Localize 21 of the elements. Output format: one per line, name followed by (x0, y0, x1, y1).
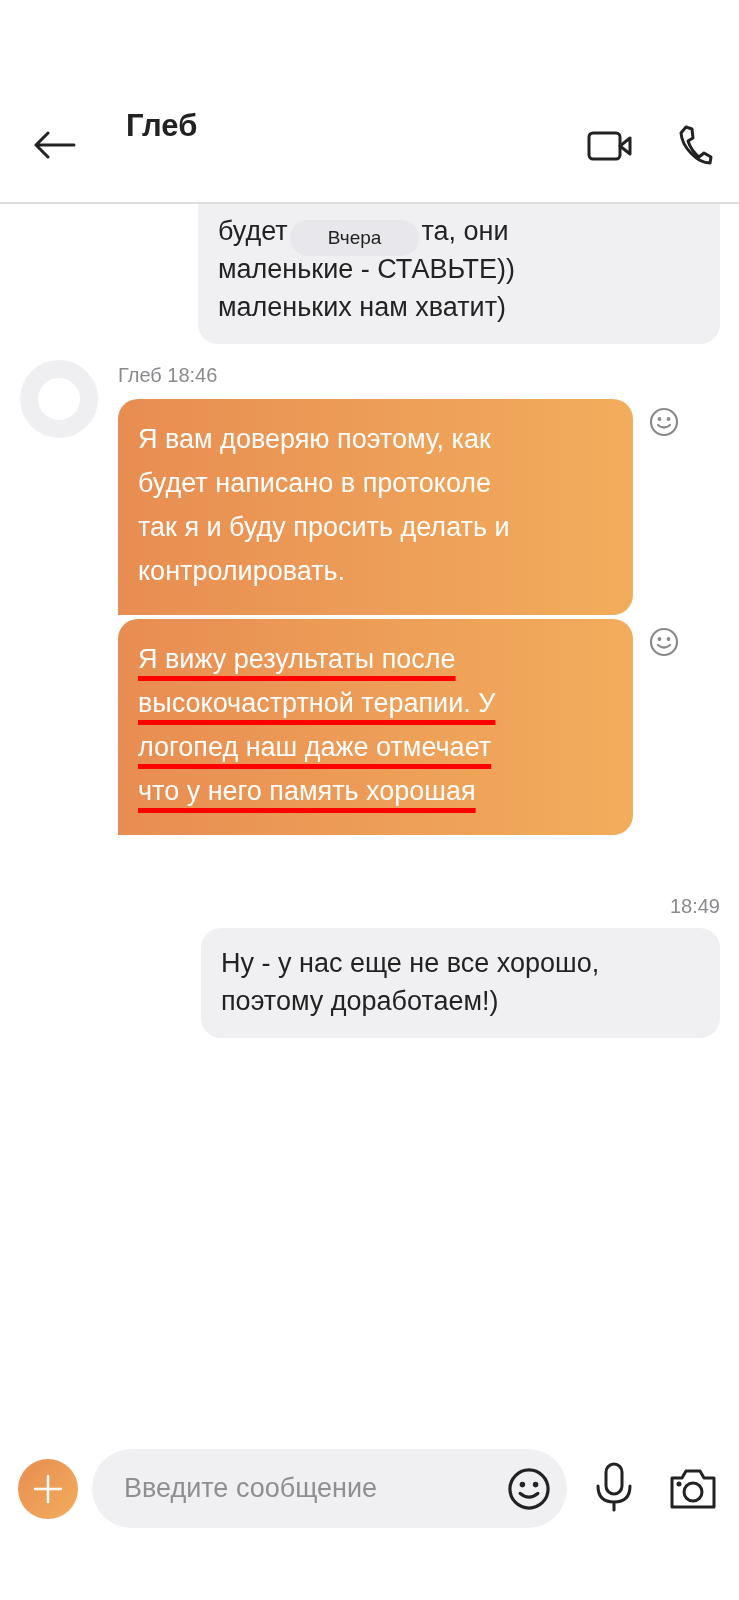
video-camera-icon[interactable] (587, 130, 633, 162)
message-bubble: Ну - у нас еще не все хорошо, поэтому доработаем!) (201, 928, 720, 1038)
date-label: Вчера (289, 220, 420, 256)
message-text: маленькие - СТАВЬТЕ)) маленьких нам хватит) (218, 254, 515, 322)
contact-name: Глеб (126, 108, 198, 144)
emoji-icon[interactable] (507, 1466, 551, 1511)
message-field[interactable]: Введите сообщение (92, 1449, 567, 1528)
message-text: будет (218, 216, 288, 246)
sender-label: Глеб 18:46 (118, 364, 219, 387)
message-input[interactable]: Введите сообщение (122, 1472, 507, 1505)
reaction-smiley-icon[interactable] (649, 627, 679, 657)
microphone-icon[interactable] (595, 1461, 633, 1512)
message-bubble: Я вижу результаты после высокочастртной терапии. У логопед наш даже отмечает что у него память хорошая (118, 619, 633, 835)
message-time: 18:49 (668, 894, 721, 919)
camera-icon[interactable] (669, 1467, 717, 1510)
phone-icon[interactable] (679, 125, 713, 165)
message-text: та, они (421, 216, 509, 246)
back-icon[interactable] (34, 131, 76, 159)
message-bubble: Я вам доверяю поэтому, как будет написано в протоколе так я и буду просить делать и контролировать. (118, 399, 633, 615)
reaction-smiley-icon[interactable] (649, 407, 679, 437)
plus-icon (33, 1473, 63, 1504)
